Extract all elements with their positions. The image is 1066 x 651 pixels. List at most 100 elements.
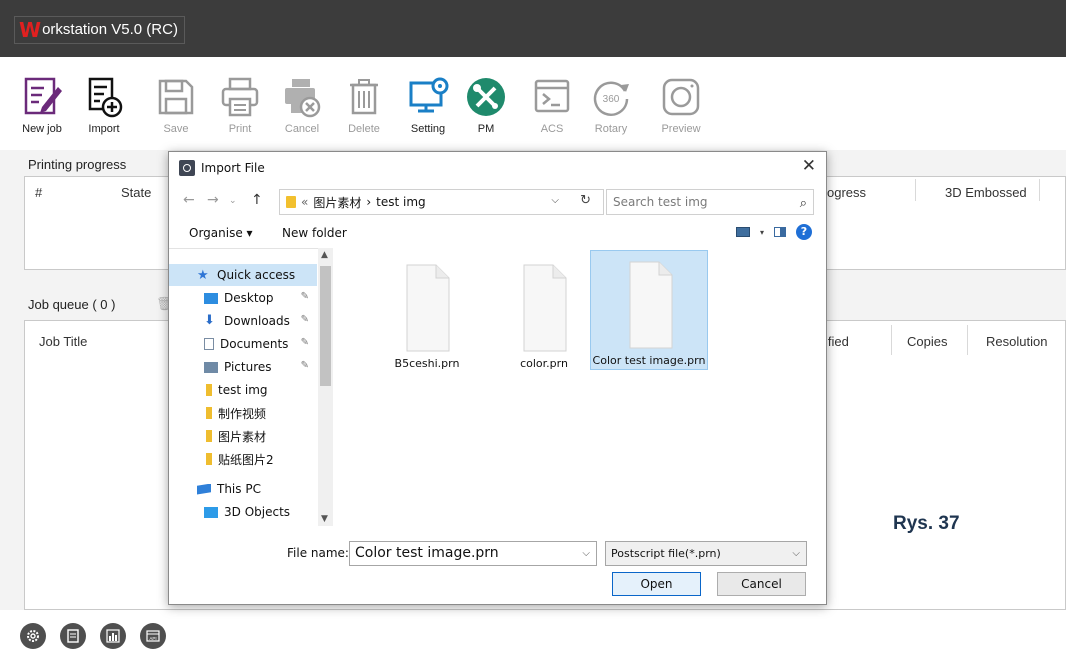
- forward-arrow-icon[interactable]: →: [207, 192, 219, 208]
- nav-item-documents[interactable]: Documents ✎: [169, 333, 317, 355]
- dialog-title-bar: Import File: [179, 160, 265, 176]
- column-header-progress: ogress: [827, 185, 867, 200]
- breadcrumb-overflow[interactable]: «: [301, 195, 308, 209]
- navigation-pane: ★ Quick access Desktop ✎ ⬇ Downloads ✎ D…: [169, 248, 333, 526]
- nav-item-label: Pictures: [224, 360, 272, 374]
- terminal-icon: [534, 79, 570, 113]
- column-header-copies: Copies: [907, 334, 948, 349]
- file-item[interactable]: B5ceshi.prn: [368, 254, 486, 374]
- file-icon: [406, 264, 450, 352]
- file-name-value: Color test image.prn: [355, 545, 499, 561]
- file-item[interactable]: color.prn: [485, 254, 603, 374]
- search-placeholder: Search test img: [613, 195, 708, 209]
- app-title-text: orkstation V5.0 (RC): [42, 21, 178, 38]
- main-toolbar: New job Import Save Print Cancel Delete …: [0, 57, 1066, 150]
- column-header-modified: ified: [825, 334, 849, 349]
- app-logo-letter: W: [19, 18, 42, 42]
- import-label: Import: [88, 123, 120, 135]
- breadcrumb-parent[interactable]: 图片素材: [313, 194, 361, 211]
- acs-button[interactable]: ACS: [524, 75, 580, 135]
- navigation-bar: ← → ⌄ ↑ « 图片素材 › test img ⌵ ↻ Search tes…: [169, 186, 826, 218]
- nav-item-label: 3D Objects: [224, 505, 291, 519]
- nav-item-3d-objects[interactable]: 3D Objects: [169, 501, 317, 523]
- document-icon: [204, 338, 214, 350]
- back-arrow-icon[interactable]: ←: [183, 192, 195, 208]
- nav-item-label: 图片素材: [218, 429, 267, 444]
- statistics-chart-icon[interactable]: [100, 623, 126, 649]
- download-arrow-icon: ⬇: [204, 312, 215, 328]
- acs-label: ACS: [540, 123, 564, 135]
- refresh-icon[interactable]: ↻: [580, 193, 591, 208]
- preview-pane-icon[interactable]: [774, 227, 786, 237]
- nav-item-this-pc[interactable]: This PC: [169, 478, 317, 500]
- settings-gear-icon[interactable]: [20, 623, 46, 649]
- up-arrow-icon[interactable]: ↑: [251, 192, 263, 208]
- column-separator: [967, 325, 968, 355]
- save-button[interactable]: Save: [148, 75, 204, 135]
- api-icon[interactable]: API: [140, 623, 166, 649]
- column-separator: [1039, 179, 1040, 201]
- organise-menu[interactable]: Organise ▾: [189, 226, 253, 240]
- nav-item-downloads[interactable]: ⬇ Downloads ✎: [169, 310, 317, 332]
- log-document-icon[interactable]: [60, 623, 86, 649]
- import-button[interactable]: Import: [76, 75, 132, 135]
- open-button[interactable]: Open: [612, 572, 701, 596]
- nav-item-folder[interactable]: 贴纸图片2: [169, 448, 317, 470]
- delete-button[interactable]: Delete: [336, 75, 392, 135]
- view-dropdown-icon[interactable]: ▾: [760, 228, 764, 237]
- setting-button[interactable]: Setting: [400, 75, 456, 135]
- rotary-360-icon: 360: [593, 81, 629, 116]
- cancel-dialog-button[interactable]: Cancel: [717, 572, 806, 596]
- address-dropdown-icon[interactable]: ⌵: [551, 195, 559, 206]
- scroll-down-icon[interactable]: ▼: [321, 514, 328, 524]
- search-input[interactable]: Search test img ⌕: [606, 189, 814, 215]
- nav-item-test-img[interactable]: test img: [169, 379, 317, 401]
- file-name-dropdown-icon[interactable]: ⌵: [582, 542, 590, 565]
- column-separator: [891, 325, 892, 355]
- nav-item-desktop[interactable]: Desktop ✎: [169, 287, 317, 309]
- print-button[interactable]: Print: [212, 75, 268, 135]
- file-name-input[interactable]: Color test image.prn ⌵: [349, 541, 597, 566]
- file-type-dropdown-icon[interactable]: ⌵: [792, 542, 800, 565]
- nav-item-label: Documents: [220, 337, 289, 351]
- file-item-selected[interactable]: Color test image.prn: [590, 250, 708, 370]
- help-icon[interactable]: ?: [796, 224, 812, 240]
- nav-item-folder[interactable]: 制作视频: [169, 402, 317, 424]
- nav-item-label: This PC: [217, 482, 261, 496]
- recent-locations-chevron-icon[interactable]: ⌄: [229, 196, 237, 206]
- column-header-index: #: [35, 185, 43, 200]
- star-icon: ★: [197, 267, 209, 283]
- pin-icon: ✎: [300, 360, 309, 371]
- file-type-select[interactable]: Postscript file(*.prn) ⌵: [605, 541, 807, 566]
- nav-item-pictures[interactable]: Pictures ✎: [169, 356, 317, 378]
- title-bar: W orkstation V5.0 (RC): [0, 0, 1066, 57]
- close-icon[interactable]: ✕: [802, 156, 816, 176]
- nav-item-label: Quick access: [217, 268, 296, 282]
- new-job-button[interactable]: New job: [14, 75, 70, 135]
- print-label: Print: [228, 123, 252, 135]
- scrollbar-thumb[interactable]: [320, 266, 331, 386]
- nav-item-label: Desktop: [224, 291, 274, 305]
- bottom-status-bar: API: [20, 623, 166, 649]
- nav-scrollbar[interactable]: ▲ ▼: [318, 248, 333, 526]
- rotary-button[interactable]: 360 Rotary: [583, 75, 639, 135]
- nav-item-label: 制作视频: [218, 406, 267, 421]
- preview-button[interactable]: Preview: [653, 75, 709, 135]
- figure-label: Rys. 37: [893, 513, 960, 534]
- scroll-up-icon[interactable]: ▲: [321, 250, 328, 260]
- address-bar[interactable]: « 图片素材 › test img ⌵ ↻: [279, 189, 604, 215]
- cancel-button[interactable]: Cancel: [274, 75, 330, 135]
- nav-item-quick-access[interactable]: ★ Quick access: [169, 264, 317, 286]
- pm-label: PM: [477, 123, 495, 135]
- nav-item-folder[interactable]: 图片素材: [169, 425, 317, 447]
- new-folder-button[interactable]: New folder: [282, 226, 347, 240]
- pm-button[interactable]: PM: [458, 75, 514, 135]
- file-list: B5ceshi.prn color.prn Color test image.p…: [334, 248, 826, 526]
- breadcrumb-current[interactable]: test img: [376, 195, 426, 209]
- file-type-value: Postscript file(*.prn): [611, 547, 721, 560]
- job-queue-title: Job queue ( 0 ): [28, 297, 116, 312]
- breadcrumb-separator: ›: [366, 195, 372, 209]
- search-icon: ⌕: [799, 196, 807, 211]
- pin-icon: ✎: [300, 337, 309, 348]
- view-options-icon[interactable]: [735, 227, 750, 237]
